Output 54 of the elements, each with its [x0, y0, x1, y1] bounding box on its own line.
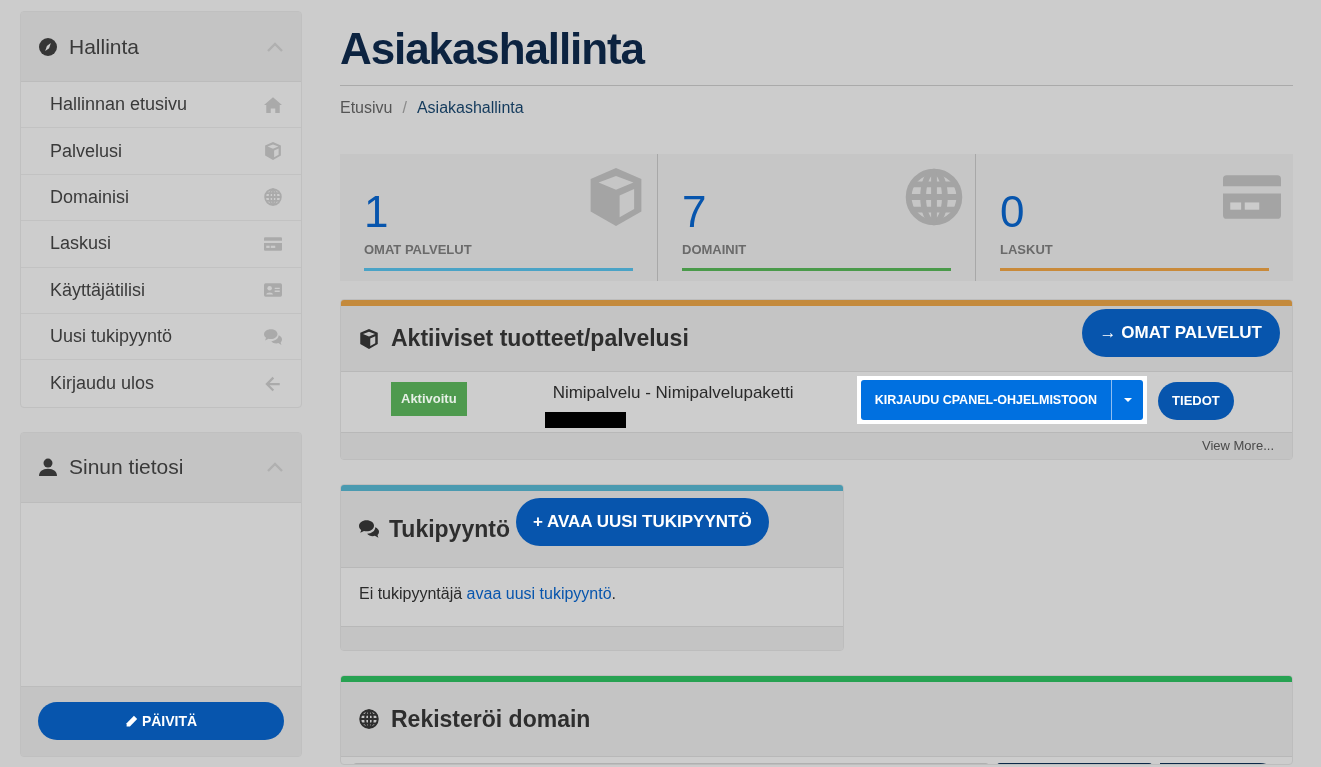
panel-title: Aktiiviset tuotteet/palvelusi: [391, 324, 689, 354]
sidebar-item-label[interactable]: Hallinnan etusivu: [50, 91, 263, 119]
new-ticket-button[interactable]: + AVAA UUSI TUKIPYYNTÖ: [515, 498, 769, 546]
stat-value: 7: [682, 190, 708, 234]
dropdown-button[interactable]: [1111, 380, 1144, 420]
sidebar-item[interactable]: Uusi tukipyyntö: [21, 313, 301, 361]
status-label: Aktivoitu: [391, 382, 467, 416]
panel-title: Sinun tietosi: [69, 454, 185, 481]
cpanel-login-button[interactable]: KIRJAUDU CPANEL-OHJELMISTOON: [860, 380, 1112, 420]
cube-icon: [263, 142, 283, 161]
compass-icon: [39, 37, 57, 56]
sidebar-item-label[interactable]: Käyttäjätilisi: [50, 276, 263, 304]
sidebar-item-label[interactable]: Kirjaudu ulos: [50, 370, 263, 398]
sidebar-item[interactable]: Hallinnan etusivu: [21, 82, 301, 129]
breadcrumb-link[interactable]: Etusivu: [340, 96, 393, 120]
arrow-left-icon: [263, 374, 283, 393]
id-card-icon: [263, 281, 283, 300]
sidebar-item-label[interactable]: Laskusi: [50, 230, 263, 258]
globe-icon: [905, 168, 963, 226]
sidebar-item[interactable]: Domainisi: [21, 174, 301, 222]
home-icon: [263, 95, 283, 114]
sidebar-item-label[interactable]: Domainisi: [50, 183, 263, 211]
chat-icon: [263, 327, 283, 346]
pencil-icon: [124, 714, 138, 728]
details-button[interactable]: TIEDOT: [1158, 382, 1234, 420]
sidebar-item[interactable]: Kirjaudu ulos: [21, 360, 301, 407]
credit-card-icon: [263, 234, 283, 253]
sidebar-item[interactable]: Laskusi: [21, 221, 301, 268]
new-ticket-link[interactable]: avaa uusi tukipyyntö: [466, 585, 612, 602]
panel-title: Hallinta: [69, 33, 141, 60]
globe-icon: [359, 709, 379, 729]
panel-title: Tukipyyntö: [389, 514, 510, 544]
stat-label: LASKUT: [1000, 241, 1054, 259]
stat-value: 0: [1000, 190, 1026, 234]
user-icon: [39, 458, 57, 477]
sidebar-item[interactable]: Palvelusi: [21, 128, 301, 175]
my-services-button[interactable]: → OMAT PALVELUT: [1081, 308, 1280, 357]
sidebar-item[interactable]: Käyttäjätilisi: [21, 267, 301, 314]
globe-icon: [263, 188, 283, 207]
chat-icon: [359, 519, 379, 539]
sidebar-item-label[interactable]: Palvelusi: [50, 137, 263, 165]
stat-label: DOMAINIT: [682, 241, 748, 259]
update-button[interactable]: PÄIVITÄ: [38, 702, 284, 741]
caret-icon: [1123, 398, 1132, 402]
stat-label: OMAT PALVELUT: [364, 241, 473, 259]
panel-title: Rekisteröi domain: [391, 704, 591, 734]
cube-icon: [359, 328, 379, 349]
page-title: Asiakashallinta: [340, 11, 1293, 86]
product-name: Nimipalvelu - Nimipalvelupaketti: [551, 382, 795, 404]
empty-message: Ei tukipyyntäjä avaa uusi tukipyyntö.: [359, 584, 618, 604]
sidebar-item-label[interactable]: Uusi tukipyyntö: [50, 323, 263, 351]
stat-value: 1: [364, 190, 390, 234]
view-more-link[interactable]: View More...: [1202, 436, 1274, 456]
breadcrumb-separator: /: [402, 98, 407, 118]
